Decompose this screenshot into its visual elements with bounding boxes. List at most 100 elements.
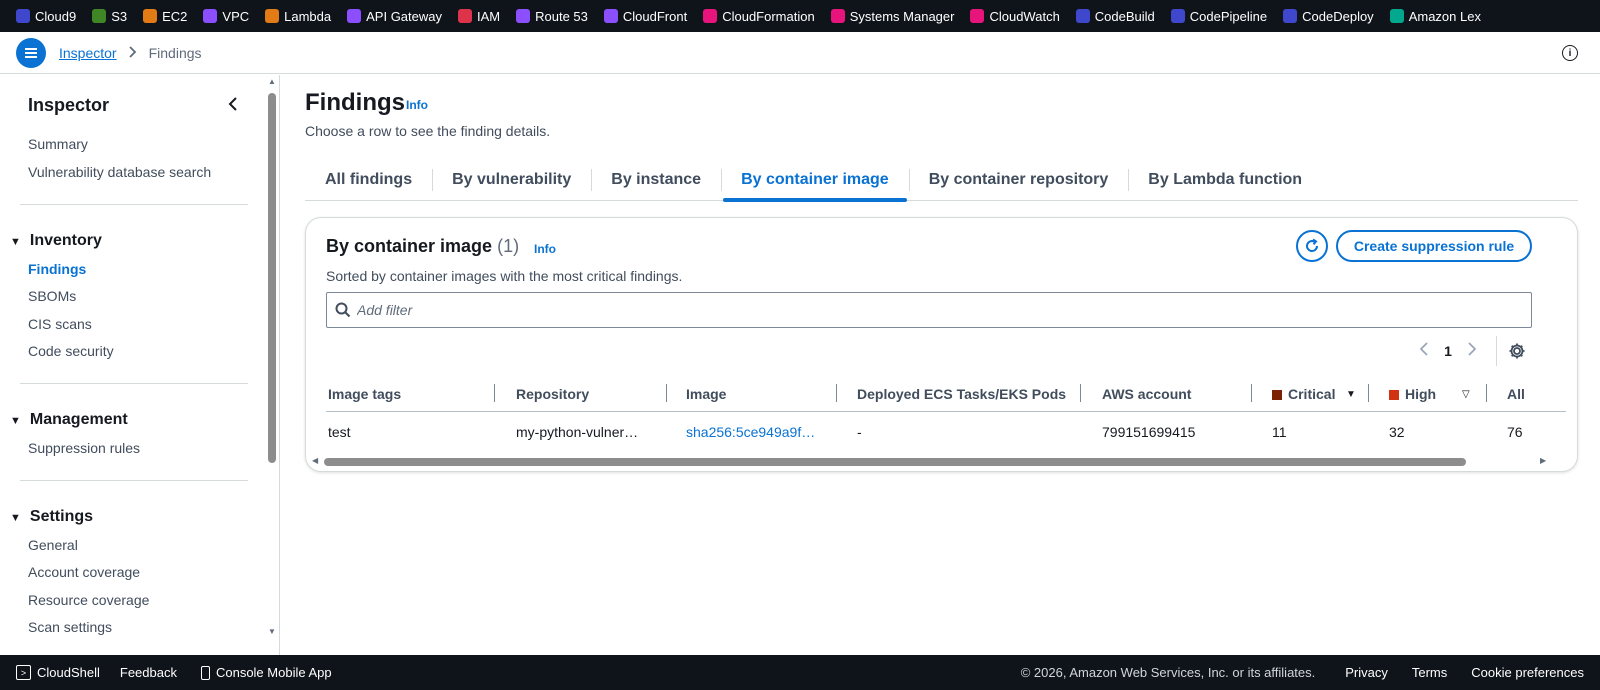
favorite-codepipeline[interactable]: CodePipeline [1170, 9, 1267, 24]
nav-item-summary[interactable]: Summary [28, 136, 88, 152]
nav-item-scan-settings[interactable]: Scan settings [28, 619, 112, 635]
favorite-lambda[interactable]: Lambda [265, 9, 331, 24]
next-page-icon[interactable] [1462, 342, 1482, 359]
favorite-label: CodeDeploy [1302, 8, 1374, 24]
search-icon [335, 302, 351, 321]
table-row[interactable]: test my-python-vulner… sha256:5ce949a9f…… [326, 418, 1566, 448]
nav-item-account-coverage[interactable]: Account coverage [28, 564, 140, 580]
column-resizer[interactable] [1251, 384, 1252, 402]
page-info-link[interactable]: Info [406, 98, 428, 112]
route53-icon [516, 9, 531, 23]
favorite-label: Lambda [284, 8, 332, 24]
menu-toggle-button[interactable] [16, 37, 46, 68]
column-resizer[interactable] [494, 384, 495, 402]
panel-info-link[interactable]: Info [534, 242, 556, 256]
favorite-cloudwatch[interactable]: CloudWatch [970, 9, 1060, 24]
refresh-button[interactable] [1296, 230, 1328, 262]
tab-by-lambda-function[interactable]: By Lambda function [1128, 161, 1322, 199]
favorite-vpc[interactable]: VPC [203, 9, 249, 24]
nav-section-settings[interactable]: ▼ Settings [10, 508, 93, 526]
column-resizer[interactable] [1368, 384, 1369, 402]
caret-down-icon: ▼ [10, 415, 21, 427]
column-resizer[interactable] [836, 384, 837, 402]
filter-input[interactable] [357, 302, 1531, 318]
favorite-iam[interactable]: IAM [458, 9, 500, 24]
nav-divider [20, 480, 248, 481]
column-resizer[interactable] [1080, 384, 1081, 402]
findings-tabs: All findings By vulnerability By instanc… [305, 161, 1578, 202]
tab-all-findings[interactable]: All findings [305, 161, 432, 199]
codedeploy-icon [1283, 9, 1298, 23]
caret-down-icon: ▼ [10, 236, 21, 248]
column-header-aws-account[interactable]: AWS account [1102, 386, 1191, 402]
codebuild-icon [1075, 9, 1090, 23]
systems-manager-icon [830, 9, 845, 23]
nav-item-sboms[interactable]: SBOMs [28, 288, 76, 304]
column-header-image[interactable]: Image [686, 386, 726, 402]
terms-link[interactable]: Terms [1412, 665, 1447, 680]
sort-unsorted-icon[interactable]: ▽ [1462, 389, 1470, 400]
cookie-preferences-link[interactable]: Cookie preferences [1471, 665, 1584, 680]
cloudwatch-icon [970, 9, 985, 23]
column-header-deployed[interactable]: Deployed ECS Tasks/EKS Pods [857, 386, 1066, 402]
tab-by-instance[interactable]: By instance [591, 161, 721, 199]
scroll-up-icon[interactable]: ▲ [268, 77, 276, 86]
favorite-api-gateway[interactable]: API Gateway [347, 9, 442, 24]
favorite-systems-manager[interactable]: Systems Manager [830, 9, 954, 24]
favorite-ec2[interactable]: EC2 [143, 9, 187, 24]
cell-image-link[interactable]: sha256:5ce949a9f… [686, 424, 815, 440]
nav-item-resource-coverage[interactable]: Resource coverage [28, 592, 149, 608]
nav-item-findings[interactable]: Findings [28, 261, 86, 277]
column-header-image-tags[interactable]: Image tags [328, 386, 401, 402]
page-title: Findings [305, 89, 405, 116]
privacy-link[interactable]: Privacy [1345, 665, 1388, 680]
filter-bar[interactable] [326, 292, 1532, 328]
info-icon[interactable]: i [1562, 45, 1578, 61]
favorite-codedeploy[interactable]: CodeDeploy [1283, 9, 1374, 24]
table-scrollbar-thumb[interactable] [324, 458, 1466, 466]
gear-icon[interactable] [1508, 342, 1526, 363]
favorite-cloud9[interactable]: Cloud9 [16, 9, 76, 24]
nav-item-suppression-rules[interactable]: Suppression rules [28, 440, 140, 456]
cloudshell-button[interactable]: > CloudShell [16, 665, 100, 680]
column-header-repository[interactable]: Repository [516, 386, 589, 402]
table-header: Image tags Repository Image Deployed ECS… [326, 380, 1566, 412]
nav-item-cis-scans[interactable]: CIS scans [28, 316, 92, 332]
scroll-right-icon[interactable]: ▶ [1540, 456, 1546, 465]
scroll-down-icon[interactable]: ▼ [268, 627, 276, 636]
tab-by-container-repository[interactable]: By container repository [908, 161, 1129, 199]
console-mobile-app-link[interactable]: Console Mobile App [200, 665, 332, 680]
nav-item-general[interactable]: General [28, 537, 78, 553]
favorite-s3[interactable]: S3 [92, 9, 127, 24]
tab-by-container-image[interactable]: By container image [721, 161, 909, 202]
sort-descending-icon[interactable]: ▼ [1346, 389, 1356, 400]
favorite-amazon-lex[interactable]: Amazon Lex [1389, 9, 1481, 24]
nav-section-inventory[interactable]: ▼ Inventory [10, 232, 102, 250]
column-resizer[interactable] [666, 384, 667, 402]
favorite-route-53[interactable]: Route 53 [516, 9, 588, 24]
create-suppression-rule-button[interactable]: Create suppression rule [1336, 230, 1532, 262]
nav-scrollbar-thumb[interactable] [268, 93, 276, 463]
tab-by-vulnerability[interactable]: By vulnerability [432, 161, 591, 199]
result-count: (1) [497, 236, 520, 256]
nav-item-vulnerability-database-search[interactable]: Vulnerability database search [28, 164, 211, 180]
column-header-critical[interactable]: Critical [1272, 386, 1335, 402]
feedback-link[interactable]: Feedback [120, 665, 177, 680]
collapse-nav-icon[interactable] [228, 95, 238, 116]
favorite-codebuild[interactable]: CodeBuild [1075, 9, 1155, 24]
table-horizontal-scrollbar[interactable]: ◀ ▶ [308, 456, 1554, 468]
nav-scrollbar[interactable]: ▲ ▼ [266, 75, 278, 655]
lex-icon [1389, 9, 1404, 23]
column-resizer[interactable] [1486, 384, 1487, 402]
mobile-phone-icon [200, 665, 210, 680]
favorite-cloudformation[interactable]: CloudFormation [703, 9, 815, 24]
column-header-high[interactable]: High [1389, 386, 1436, 402]
nav-item-code-security[interactable]: Code security [28, 343, 114, 359]
breadcrumb-inspector-link[interactable]: Inspector [59, 45, 117, 61]
column-header-all[interactable]: All [1507, 386, 1525, 402]
nav-section-management[interactable]: ▼ Management [10, 411, 128, 429]
scroll-left-icon[interactable]: ◀ [312, 456, 318, 465]
favorite-cloudfront[interactable]: CloudFront [603, 9, 687, 24]
page-number[interactable]: 1 [1434, 343, 1462, 359]
previous-page-icon[interactable] [1414, 342, 1434, 359]
